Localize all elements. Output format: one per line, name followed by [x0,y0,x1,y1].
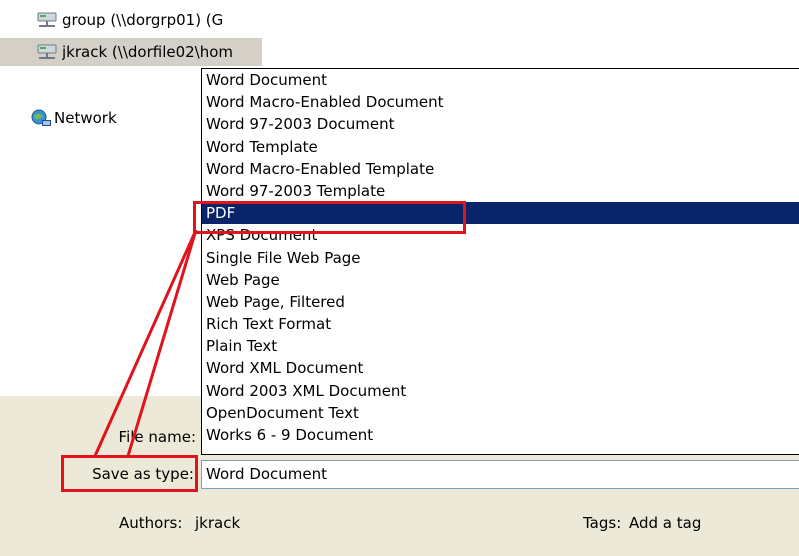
file-name-label: File name: [118,428,196,446]
pdf-highlight-box [193,201,466,234]
network-globe-icon [30,108,52,130]
dropdown-option[interactable]: Word Macro-Enabled Template [202,158,799,180]
dropdown-option[interactable]: Word 97-2003 Template [202,180,799,202]
authors-value[interactable]: jkrack [195,514,240,532]
dropdown-option[interactable]: Rich Text Format [202,313,799,335]
nav-item-group-drive[interactable]: group (\\dorgrp01) (G [0,6,270,34]
network-label: Network [54,109,117,127]
nav-item-jkrack-drive[interactable]: jkrack (\\dorfile02\hom [0,38,262,66]
dropdown-option[interactable]: Word Macro-Enabled Document [202,91,799,113]
save-as-type-highlight-box [61,455,198,492]
save-as-type-select[interactable]: Word Document [201,460,799,489]
dropdown-option[interactable]: Web Page [202,269,799,291]
dropdown-option[interactable]: Word XML Document [202,357,799,379]
authors-label: Authors: [119,514,183,532]
nav-item-label: group (\\dorgrp01) (G [62,11,224,29]
nav-item-network[interactable]: Network [30,106,140,132]
dropdown-option[interactable]: Plain Text [202,335,799,357]
dropdown-option[interactable]: Word 97-2003 Document [202,113,799,135]
nav-item-label: jkrack (\\dorfile02\hom [62,43,234,61]
dropdown-option[interactable]: Works 6 - 9 Document [202,424,799,446]
dropdown-option[interactable]: Word Document [202,69,799,91]
save-as-type-dropdown-list[interactable]: Word Document Word Macro-Enabled Document… [201,68,799,455]
dropdown-option[interactable]: Single File Web Page [202,247,799,269]
dropdown-option[interactable]: OpenDocument Text [202,402,799,424]
tags-value[interactable]: Add a tag [629,514,701,532]
network-drive-icon [36,10,58,30]
network-drive-icon [36,42,58,62]
dropdown-option[interactable]: Word Template [202,136,799,158]
dropdown-option[interactable]: Word 2003 XML Document [202,380,799,402]
dropdown-option[interactable]: Web Page, Filtered [202,291,799,313]
tags-label: Tags: [583,514,622,532]
